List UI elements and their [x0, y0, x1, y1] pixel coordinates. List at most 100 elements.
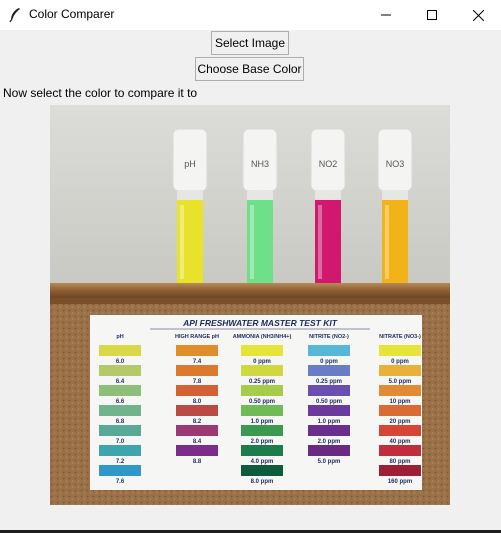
- tube-label: pH: [184, 159, 196, 169]
- tube-highlight: [180, 205, 184, 279]
- color-swatch: [308, 345, 350, 356]
- swatch-label: 7.6: [116, 479, 125, 485]
- swatch-label: 2.0 ppm: [318, 439, 341, 445]
- swatch-label: 0.50 ppm: [249, 399, 275, 405]
- maximize-icon: [427, 10, 437, 20]
- minimize-icon: [381, 14, 391, 16]
- status-message: Now select the color to compare it to: [3, 86, 198, 100]
- swatch-label: 8.2: [193, 419, 202, 425]
- swatch-label: 6.6: [116, 399, 125, 405]
- color-swatch: [99, 465, 141, 476]
- app-window: Color Comparer Select Image Choose Base …: [0, 0, 501, 533]
- test-tube: NO2: [310, 128, 346, 283]
- wooden-shelf-lip: [50, 298, 450, 304]
- swatch-label: 7.2: [116, 459, 125, 465]
- tube-highlight: [318, 205, 322, 279]
- tube-label: NO3: [386, 159, 405, 169]
- close-button[interactable]: [455, 0, 501, 30]
- color-swatch: [176, 365, 218, 376]
- color-swatch: [99, 385, 141, 396]
- test-tube: NH3: [242, 128, 278, 283]
- color-swatch: [379, 385, 421, 396]
- swatch-label: 0.25 ppm: [316, 379, 342, 385]
- test-tube: NO3: [377, 128, 413, 283]
- feather-icon: [9, 8, 20, 23]
- color-swatch: [308, 425, 350, 436]
- chart-column-header: pH: [116, 334, 123, 340]
- color-swatch: [379, 425, 421, 436]
- minimize-button[interactable]: [363, 0, 409, 30]
- swatch-label: 1.0 ppm: [251, 419, 274, 425]
- swatch-label: 4.0 ppm: [251, 459, 274, 465]
- chart-column-header: NITRATE (NO3-): [379, 334, 421, 340]
- swatch-label: 8.0 ppm: [251, 479, 274, 485]
- swatch-label: 5.0 ppm: [389, 379, 412, 385]
- close-icon: [472, 9, 484, 21]
- color-swatch: [379, 465, 421, 476]
- color-swatch: [176, 385, 218, 396]
- color-swatch: [176, 405, 218, 416]
- tube-highlight: [250, 205, 254, 279]
- tube-highlight: [385, 205, 389, 279]
- chart-column-header: HIGH RANGE pH: [175, 334, 219, 340]
- swatch-label: 7.8: [193, 379, 202, 385]
- color-swatch: [241, 405, 283, 416]
- color-swatch: [99, 405, 141, 416]
- wooden-shelf: [50, 283, 450, 299]
- swatch-label: 0 ppm: [253, 359, 271, 365]
- color-swatch: [99, 445, 141, 456]
- swatch-label: 5.0 ppm: [318, 459, 341, 465]
- swatch-label: 1.0 ppm: [318, 419, 341, 425]
- color-swatch: [241, 425, 283, 436]
- swatch-label: 0.50 ppm: [316, 399, 342, 405]
- swatch-label: 7.4: [193, 359, 202, 365]
- color-swatch: [99, 425, 141, 436]
- color-swatch: [241, 465, 283, 476]
- color-swatch: [99, 345, 141, 356]
- swatch-label: 20 ppm: [389, 419, 410, 425]
- tube-label: NH3: [251, 159, 269, 169]
- swatch-label: 2.0 ppm: [251, 439, 274, 445]
- swatch-label: 0.25 ppm: [249, 379, 275, 385]
- chart-column-header: NITRITE (NO2-): [309, 334, 349, 340]
- color-swatch: [176, 425, 218, 436]
- color-swatch: [379, 445, 421, 456]
- swatch-label: 0 ppm: [320, 359, 338, 365]
- color-swatch: [241, 445, 283, 456]
- color-swatch: [379, 405, 421, 416]
- color-swatch: [308, 385, 350, 396]
- swatch-label: 10 ppm: [389, 399, 410, 405]
- card-title: API FRESHWATER MASTER TEST KIT: [182, 318, 338, 328]
- swatch-label: 7.0: [116, 439, 125, 445]
- swatch-label: 40 ppm: [389, 439, 410, 445]
- color-swatch: [308, 365, 350, 376]
- color-swatch: [241, 365, 283, 376]
- tube-label: NO2: [319, 159, 338, 169]
- color-swatch: [176, 445, 218, 456]
- swatch-label: 8.0: [193, 399, 202, 405]
- swatch-label: 6.8: [116, 419, 125, 425]
- chart-column-header: AMMONIA (NH3/NH4+): [233, 334, 292, 340]
- color-swatch: [308, 405, 350, 416]
- color-swatch: [241, 385, 283, 396]
- window-title: Color Comparer: [29, 7, 115, 21]
- swatch-label: 6.4: [116, 379, 125, 385]
- swatch-label: 6.0: [116, 359, 125, 365]
- color-swatch: [379, 365, 421, 376]
- select-image-button[interactable]: Select Image: [211, 31, 289, 55]
- choose-base-color-button[interactable]: Choose Base Color: [195, 57, 304, 81]
- color-swatch: [176, 345, 218, 356]
- color-swatch: [241, 345, 283, 356]
- color-swatch: [379, 345, 421, 356]
- swatch-label: 8.8: [193, 459, 202, 465]
- swatch-label: 0 ppm: [391, 359, 409, 365]
- maximize-button[interactable]: [409, 0, 455, 30]
- color-swatch: [308, 445, 350, 456]
- test-tube: pH: [172, 128, 208, 283]
- swatch-label: 8.4: [193, 439, 202, 445]
- swatch-label: 160 ppm: [388, 479, 412, 485]
- title-bar[interactable]: Color Comparer: [0, 0, 501, 30]
- swatch-label: 80 ppm: [389, 459, 410, 465]
- test-kit-image[interactable]: pH NH3 NO2 NO3 API FRESHWATER MASTER TEST K…: [50, 105, 450, 505]
- color-swatch: [99, 365, 141, 376]
